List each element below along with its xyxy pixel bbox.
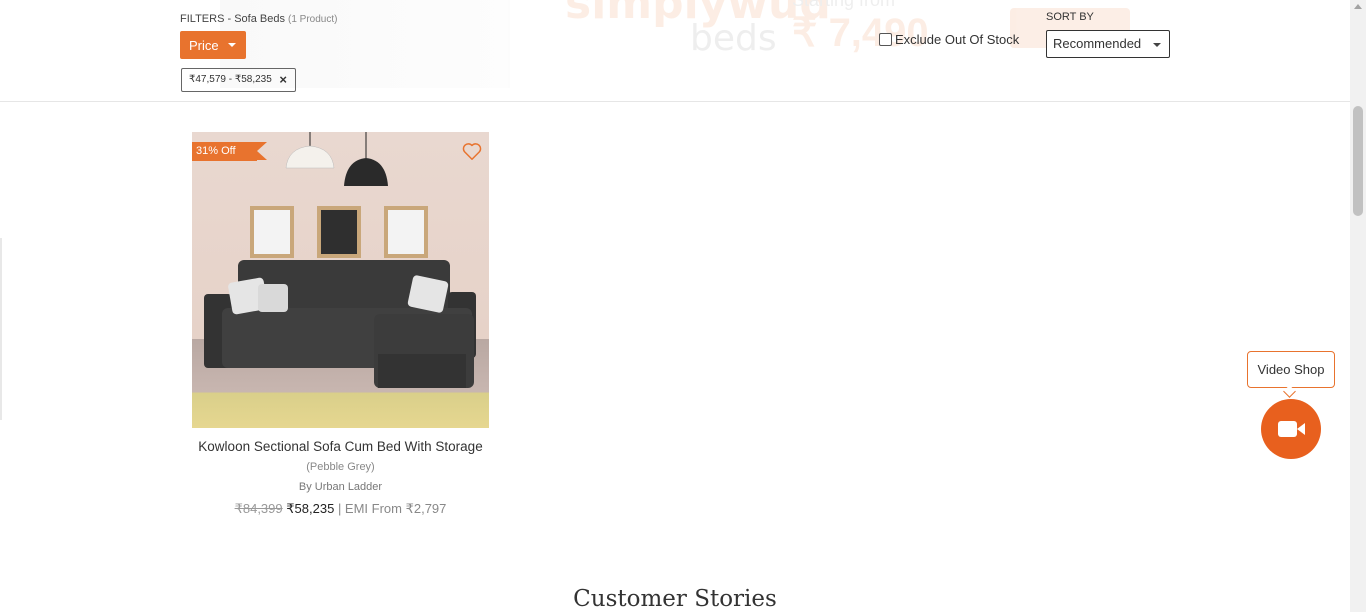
product-brand: By Urban Ladder xyxy=(298,481,383,493)
exclude-out-of-stock-toggle[interactable]: Exclude Out Of Stock xyxy=(879,32,1019,47)
video-camera-icon xyxy=(1278,421,1297,437)
banner-subtitle: beds xyxy=(690,18,777,59)
price-filter-button[interactable]: Price xyxy=(180,31,246,59)
chip-label: ₹47,579 - ₹58,235 xyxy=(189,74,272,85)
page-scrollbar[interactable] xyxy=(1350,0,1366,612)
product-image[interactable]: 31% Off xyxy=(192,132,489,428)
chevron-down-icon xyxy=(1153,43,1161,47)
scroll-up-arrow-icon[interactable] xyxy=(1354,4,1362,9)
video-shop-label: Video Shop xyxy=(1257,362,1325,377)
emi-text: | EMI From ₹2,797 xyxy=(337,501,447,516)
customer-stories-heading: Customer Stories xyxy=(573,586,777,612)
new-price: ₹58,235 xyxy=(286,501,335,516)
side-panel-edge xyxy=(0,238,2,420)
product-count: (1 Product) xyxy=(288,14,338,25)
video-shop-button[interactable] xyxy=(1261,399,1321,459)
sort-selected-value: Recommended xyxy=(1053,36,1142,51)
old-price: ₹84,399 xyxy=(234,501,283,516)
sofa-illustration xyxy=(204,132,476,388)
close-icon[interactable]: × xyxy=(279,69,287,91)
tooltip-arrow xyxy=(1283,385,1296,398)
scrollbar-thumb[interactable] xyxy=(1353,106,1363,216)
sort-label: SORT BY xyxy=(1046,11,1094,23)
sort-select[interactable]: Recommended xyxy=(1046,30,1170,58)
video-camera-lens xyxy=(1297,423,1305,435)
chevron-down-icon xyxy=(228,43,236,47)
product-price: ₹84,399 ₹58,235 | EMI From ₹2,797 xyxy=(192,501,489,517)
product-card[interactable]: 31% Off Kowloon Sectional Sofa Cum Bed W… xyxy=(192,132,489,517)
price-filter-label: Price xyxy=(189,37,219,53)
exclude-out-of-stock-label: Exclude Out Of Stock xyxy=(895,32,1020,47)
discount-badge: 31% Off xyxy=(192,142,267,161)
video-shop-tooltip[interactable]: Video Shop xyxy=(1247,351,1335,398)
active-price-chip: ₹47,579 - ₹58,235 × xyxy=(181,68,296,92)
filters-label: FILTERS - Sofa Beds (1 Product) xyxy=(180,13,337,25)
exclude-out-of-stock-checkbox[interactable] xyxy=(879,33,892,46)
product-variant: (Pebble Grey) xyxy=(306,461,375,473)
heart-icon[interactable] xyxy=(461,140,483,162)
filter-bar: simplywud beds Starting from ₹ 7,490 FIL… xyxy=(0,0,1350,102)
filters-title: FILTERS - Sofa Beds xyxy=(180,13,285,25)
discount-badge-text: 31% Off xyxy=(196,145,236,157)
product-name[interactable]: Kowloon Sectional Sofa Cum Bed With Stor… xyxy=(192,439,489,455)
